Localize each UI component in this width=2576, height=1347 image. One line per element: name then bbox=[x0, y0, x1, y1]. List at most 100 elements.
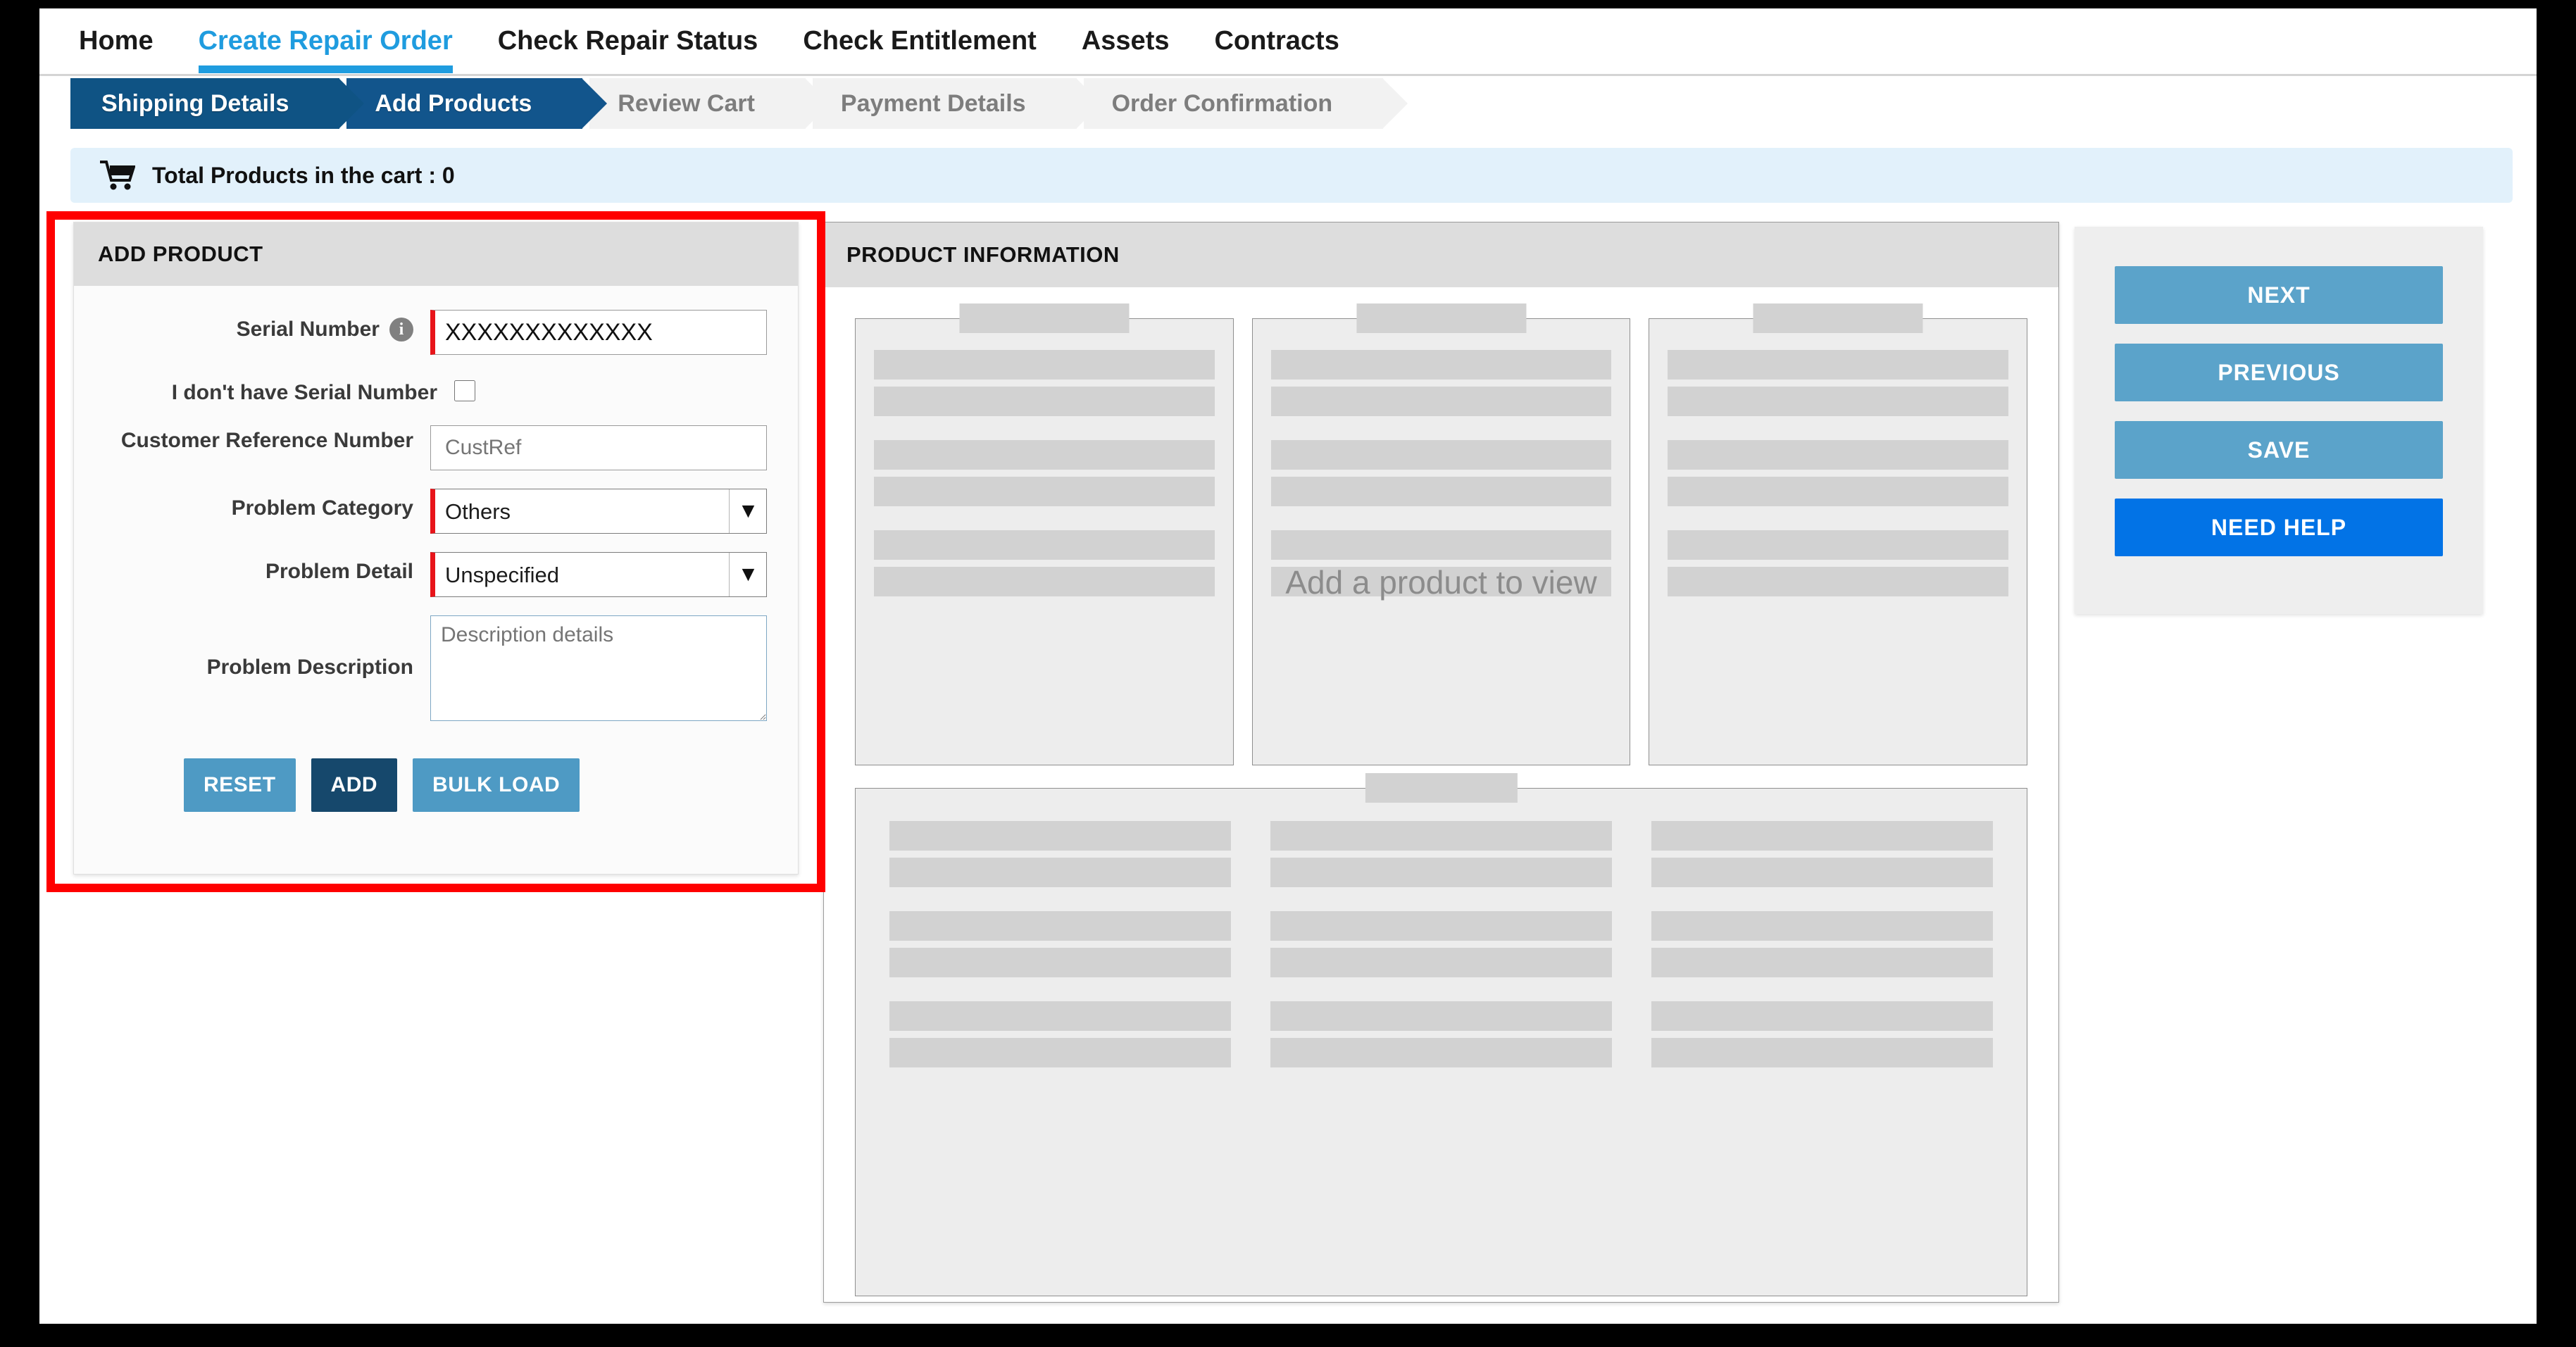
previous-button[interactable]: PREVIOUS bbox=[2115, 344, 2443, 401]
skeleton-bar bbox=[889, 1038, 1231, 1067]
skeleton-lines bbox=[1253, 319, 1630, 596]
skeleton-bar bbox=[1668, 350, 2009, 380]
skeleton-card bbox=[1251, 303, 1631, 765]
nav-list: Home Create Repair Order Check Repair St… bbox=[39, 8, 2537, 73]
skeleton-bar bbox=[1651, 821, 1993, 851]
skeleton-bar bbox=[889, 911, 1231, 941]
product-information-body: Add a product to view bbox=[824, 287, 2058, 1302]
product-information-title: PRODUCT INFORMATION bbox=[824, 223, 2058, 287]
problem-category-label: Problem Category bbox=[231, 496, 413, 520]
skeleton-bar bbox=[874, 477, 1215, 506]
skeleton-bar bbox=[1270, 567, 1612, 596]
app-frame: Home Create Repair Order Check Repair St… bbox=[39, 8, 2537, 1324]
nav-item-assets[interactable]: Assets bbox=[1082, 8, 1170, 73]
nav-item-check-repair-status[interactable]: Check Repair Status bbox=[498, 8, 758, 73]
skeleton-bar bbox=[1270, 1001, 1612, 1031]
problem-category-select[interactable]: Others bbox=[430, 489, 767, 534]
problem-description-label: Problem Description bbox=[206, 656, 413, 679]
skeleton-bar bbox=[1651, 1001, 1993, 1031]
customer-reference-input[interactable] bbox=[430, 425, 767, 470]
skeleton-bar bbox=[889, 1001, 1231, 1031]
cart-count-label: Total Products in the cart : 0 bbox=[152, 162, 455, 188]
skeleton-bar bbox=[1651, 911, 1993, 941]
problem-detail-label: Problem Detail bbox=[265, 560, 413, 583]
skeleton-bar bbox=[1651, 1038, 1993, 1067]
nav-item-create-repair-order[interactable]: Create Repair Order bbox=[198, 8, 453, 73]
field-row-problem-category: Problem Category Others ▼ bbox=[74, 489, 767, 534]
no-serial-label: I don't have Serial Number bbox=[171, 381, 437, 404]
problem-category-control: Others ▼ bbox=[430, 489, 767, 534]
info-circle-icon[interactable]: i bbox=[389, 318, 413, 342]
no-serial-control bbox=[454, 373, 767, 405]
field-row-customer-reference: Customer Reference Number bbox=[74, 425, 767, 470]
step-order-confirmation[interactable]: Order Confirmation bbox=[1083, 78, 1408, 129]
field-row-no-serial: I don't have Serial Number bbox=[74, 373, 767, 407]
problem-description-textarea[interactable] bbox=[430, 615, 767, 721]
skeleton-column bbox=[889, 821, 1231, 1075]
skeleton-bar bbox=[1270, 440, 1612, 470]
skeleton-tab bbox=[1365, 773, 1518, 803]
skeleton-bar bbox=[1270, 1038, 1612, 1067]
customer-reference-label: Customer Reference Number bbox=[120, 429, 413, 452]
skeleton-tab bbox=[959, 303, 1130, 333]
serial-number-control bbox=[430, 310, 767, 355]
skeleton-tab bbox=[1356, 303, 1527, 333]
shopping-cart-icon bbox=[99, 160, 136, 191]
skeleton-wide-columns bbox=[856, 789, 2027, 1075]
skeleton-bar bbox=[1668, 567, 2009, 596]
field-row-serial-number: Serial Number i bbox=[74, 310, 767, 355]
step-review-cart[interactable]: Review Cart bbox=[589, 78, 830, 129]
add-product-actions: RESET ADD BULK LOAD bbox=[74, 743, 767, 812]
next-button[interactable]: NEXT bbox=[2115, 266, 2443, 324]
skeleton-bar bbox=[1651, 858, 1993, 887]
skeleton-bar bbox=[889, 858, 1231, 887]
skeleton-bar bbox=[1270, 948, 1612, 977]
need-help-button[interactable]: NEED HELP bbox=[2115, 499, 2443, 556]
problem-description-control bbox=[430, 615, 767, 725]
skeleton-bar bbox=[889, 948, 1231, 977]
skeleton-bar bbox=[1270, 350, 1612, 380]
skeleton-bar bbox=[1270, 477, 1612, 506]
skeleton-lines bbox=[856, 319, 1233, 596]
skeleton-bar bbox=[1668, 477, 2009, 506]
customer-reference-control bbox=[430, 425, 767, 470]
no-serial-checkbox[interactable] bbox=[454, 380, 475, 401]
bulk-load-button[interactable]: BULK LOAD bbox=[413, 758, 580, 812]
skeleton-bar bbox=[889, 821, 1231, 851]
skeleton-bar bbox=[1668, 530, 2009, 560]
skeleton-bar bbox=[874, 567, 1215, 596]
skeleton-bar bbox=[1270, 911, 1612, 941]
add-product-title: ADD PRODUCT bbox=[74, 223, 798, 286]
add-button[interactable]: ADD bbox=[311, 758, 398, 812]
skeleton-bar bbox=[874, 440, 1215, 470]
skeleton-bar bbox=[874, 350, 1215, 380]
add-product-panel: ADD PRODUCT Serial Number i I don't have… bbox=[73, 222, 799, 875]
step-shipping-details[interactable]: Shipping Details bbox=[70, 78, 365, 129]
skeleton-bar bbox=[1270, 821, 1612, 851]
skeleton-bar bbox=[1270, 858, 1612, 887]
skeleton-column bbox=[1270, 821, 1612, 1075]
skeleton-bar bbox=[1668, 440, 2009, 470]
serial-number-label: Serial Number bbox=[236, 318, 380, 341]
skeleton-bar bbox=[1651, 948, 1993, 977]
nav-item-home[interactable]: Home bbox=[79, 8, 154, 73]
top-navigation: Home Create Repair Order Check Repair St… bbox=[39, 8, 2537, 76]
product-information-panel: PRODUCT INFORMATION Add a product to vie… bbox=[823, 222, 2059, 1303]
skeleton-wide-card bbox=[855, 773, 2027, 1296]
field-row-problem-description: Problem Description bbox=[74, 615, 767, 725]
field-row-problem-detail: Problem Detail Unspecified ▼ bbox=[74, 552, 767, 597]
nav-item-check-entitlement[interactable]: Check Entitlement bbox=[803, 8, 1037, 73]
problem-detail-select[interactable]: Unspecified bbox=[430, 552, 767, 597]
skeleton-lines bbox=[1649, 319, 2027, 596]
skeleton-bar bbox=[1270, 530, 1612, 560]
skeleton-bar bbox=[874, 530, 1215, 560]
problem-detail-control: Unspecified ▼ bbox=[430, 552, 767, 597]
save-button[interactable]: SAVE bbox=[2115, 421, 2443, 479]
reset-button[interactable]: RESET bbox=[184, 758, 296, 812]
step-add-products[interactable]: Add Products bbox=[346, 78, 608, 129]
nav-item-contracts[interactable]: Contracts bbox=[1214, 8, 1339, 73]
step-payment-details[interactable]: Payment Details bbox=[812, 78, 1101, 129]
skeleton-bar bbox=[1668, 387, 2009, 416]
serial-number-input[interactable] bbox=[430, 310, 767, 355]
skeleton-card bbox=[1649, 303, 2028, 765]
